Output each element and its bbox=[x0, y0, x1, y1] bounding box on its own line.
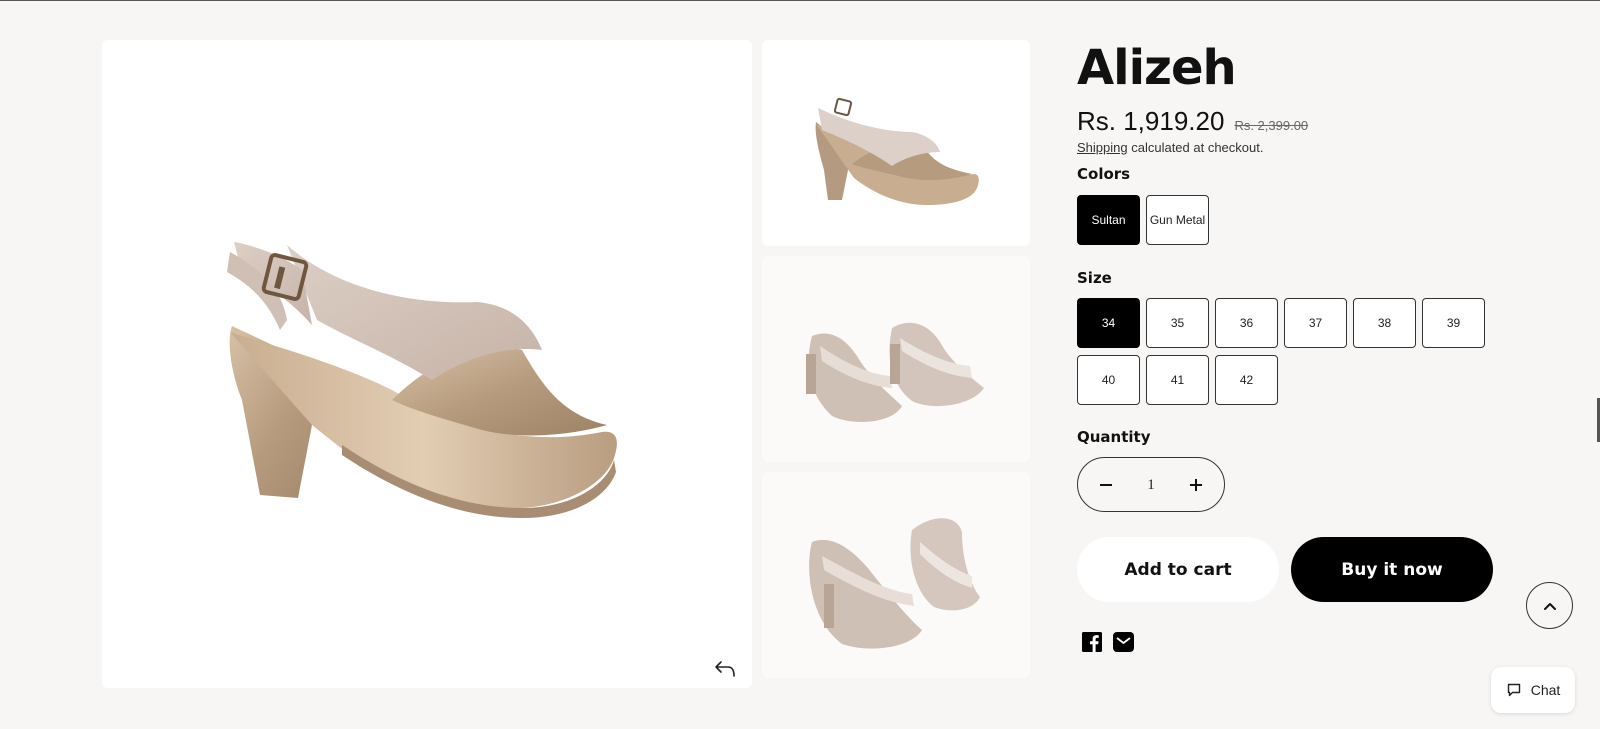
shipping-link[interactable]: Shipping bbox=[1077, 140, 1128, 155]
thumbnail-1[interactable] bbox=[762, 40, 1030, 246]
size-option-35[interactable]: 35 bbox=[1146, 298, 1209, 348]
chat-button[interactable]: Chat bbox=[1491, 667, 1575, 713]
add-to-cart-button[interactable]: Add to cart bbox=[1077, 537, 1279, 602]
top-divider bbox=[0, 0, 1600, 1]
buy-now-button[interactable]: Buy it now bbox=[1291, 537, 1493, 602]
sandal-pair-front-image bbox=[806, 322, 984, 422]
quantity-input[interactable] bbox=[1128, 472, 1174, 498]
chat-label: Chat bbox=[1530, 682, 1561, 698]
size-option-39[interactable]: 39 bbox=[1422, 298, 1485, 348]
scroll-to-top-button[interactable] bbox=[1526, 582, 1573, 629]
quantity-label: Quantity bbox=[1077, 428, 1151, 446]
sandal-thumbnail-side-image bbox=[815, 97, 979, 205]
colors-label: Colors bbox=[1077, 165, 1131, 183]
size-option-40[interactable]: 40 bbox=[1077, 355, 1140, 405]
thumbnail-3[interactable] bbox=[762, 472, 1030, 678]
size-option-41[interactable]: 41 bbox=[1146, 355, 1209, 405]
shipping-note-text: calculated at checkout. bbox=[1127, 140, 1264, 155]
email-icon bbox=[1113, 632, 1134, 652]
main-product-image[interactable] bbox=[102, 40, 809, 688]
sandal-side-view-image bbox=[227, 242, 617, 518]
sale-price: Rs. 1,919.20 bbox=[1077, 106, 1225, 136]
plus-icon bbox=[1190, 478, 1202, 491]
color-option-sultan[interactable]: Sultan bbox=[1077, 195, 1140, 245]
size-option-37[interactable]: 37 bbox=[1284, 298, 1347, 348]
gallery-prev-button[interactable] bbox=[714, 660, 750, 696]
chevron-up-icon bbox=[1543, 602, 1556, 610]
share-facebook-button[interactable] bbox=[1082, 632, 1102, 652]
product-title: Alizeh bbox=[1077, 40, 1237, 96]
regular-price: Rs. 2,399.00 bbox=[1234, 118, 1309, 133]
share-email-button[interactable] bbox=[1113, 632, 1134, 652]
sandal-pair-angle-image bbox=[809, 518, 980, 649]
price-row: Rs. 1,919.20 Rs. 2,399.00 bbox=[1077, 106, 1308, 137]
size-option-34[interactable]: 34 bbox=[1077, 298, 1140, 348]
facebook-icon bbox=[1082, 632, 1102, 652]
quantity-stepper bbox=[1077, 457, 1225, 512]
size-option-42[interactable]: 42 bbox=[1215, 355, 1278, 405]
quantity-decrease-button[interactable] bbox=[1084, 458, 1128, 511]
arrow-prev-icon bbox=[715, 661, 735, 677]
minus-icon bbox=[1100, 483, 1112, 486]
size-option-36[interactable]: 36 bbox=[1215, 298, 1278, 348]
thumbnail-2[interactable] bbox=[762, 256, 1030, 462]
chat-bubble-icon bbox=[1507, 683, 1520, 697]
color-option-gun-metal[interactable]: Gun Metal bbox=[1146, 195, 1209, 245]
size-option-38[interactable]: 38 bbox=[1353, 298, 1416, 348]
shipping-note: Shipping calculated at checkout. bbox=[1077, 140, 1263, 155]
size-label: Size bbox=[1077, 269, 1112, 287]
quantity-increase-button[interactable] bbox=[1174, 458, 1218, 511]
